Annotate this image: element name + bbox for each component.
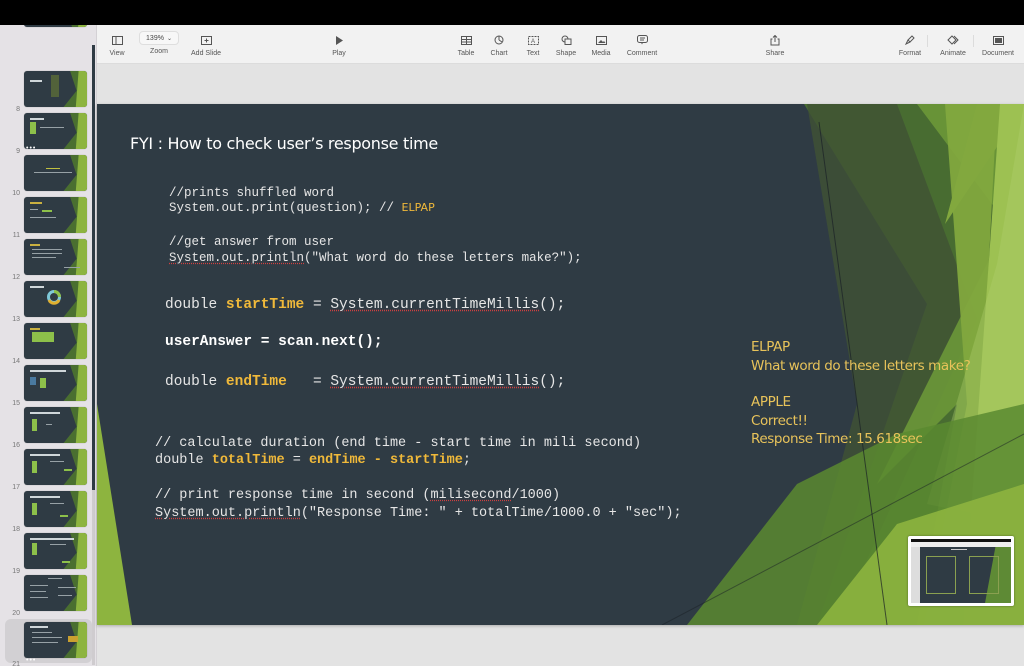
play-button[interactable]: Play [327,25,351,64]
slide-thumbnail[interactable]: 19 [0,533,96,575]
slide-thumbnail[interactable]: 13 [0,281,96,323]
paintbrush-icon [905,34,915,46]
green-wedge-left [97,404,132,625]
slide-thumbnail[interactable]: 17 [0,449,96,491]
chart-button[interactable]: Chart [487,25,511,64]
slide-thumbnail-selected[interactable]: ••• 21 [0,622,96,666]
slide-navigator: 8 ••• 9 10 11 12 13 14 15 16 17 18 19 20… [0,25,97,666]
add-slide-button[interactable]: Add Slide [187,25,225,64]
slide-thumbnail[interactable]: ••• 9 [0,113,96,155]
slide-thumbnail[interactable]: 10 [0,155,96,197]
format-button[interactable]: Format [897,25,923,64]
shape-icon [561,34,572,46]
table-icon [460,34,472,46]
slide-thumbnail[interactable]: 16 [0,407,96,449]
zoom-dropdown[interactable]: 139% ⌄ Zoom [137,25,181,64]
toolbar-separator [927,35,928,47]
play-icon [335,34,343,46]
slide-thumbnail-7[interactable] [0,25,96,31]
embedded-screenshot-image[interactable] [908,536,1014,606]
slide-thumbnail[interactable]: 11 [0,197,96,239]
output-line: APPLE [751,394,791,410]
output-line: ELPAP [751,339,790,355]
slide-canvas: FYI : How to check user’s response time … [97,64,1024,666]
svg-text:A: A [531,39,535,45]
share-button[interactable]: Share [763,25,787,64]
code-comment-get-answer: //get answer from user [169,235,335,249]
zoom-value: 139% [146,34,164,42]
toolbar: View 139% ⌄ Zoom Add Slide Play Table Cha… [97,25,1024,64]
slide-thumbnail[interactable]: 15 [0,365,96,407]
slide-thumbnail[interactable]: 8 [0,71,96,113]
code-line-print-question: System.out.print(question); // ELPAP [169,201,435,215]
code-inline-output: ELPAP [401,201,435,214]
add-slide-icon [200,34,212,46]
media-button[interactable]: Media [589,25,613,64]
slide-thumbnail[interactable]: 12 [0,239,96,281]
document-icon [992,34,1004,46]
shape-button[interactable]: Shape [554,25,578,64]
slide-thumbnail[interactable]: 20 [0,575,96,617]
share-icon [770,34,780,46]
media-icon [595,34,607,46]
output-line: Correct!! [751,412,808,429]
text-button[interactable]: A Text [521,25,545,64]
toolbar-separator [973,35,974,47]
text-box-icon: A [527,34,539,46]
code-line-user-answer: userAnswer = scan.next(); [165,334,383,350]
code-comment-calculate: // calculate duration (end time - start … [155,436,642,451]
slide-thumbnail[interactable]: 14 [0,323,96,365]
code-comment-print: // print response time in second (milise… [155,488,561,503]
view-button[interactable]: View [105,25,129,64]
animate-icon [946,34,960,46]
comment-button[interactable]: Comment [622,25,662,64]
code-line-start-time: double startTime = System.currentTimeMil… [165,297,566,313]
chart-icon [494,34,504,46]
animate-button[interactable]: Animate [938,25,968,64]
code-comment-prints: //prints shuffled word [169,186,335,200]
code-line-end-time: double endTime = System.currentTimeMilli… [165,374,566,390]
code-line-println-response: System.out.println("Response Time: " + t… [155,506,682,521]
sidebar-icon [111,34,123,46]
output-line: Response Time: 15.618sec [751,431,923,447]
console-output: ELPAP What word do these letters make? A… [751,338,971,449]
code-line-total-time: double totalTime = endTime - startTime; [155,453,471,468]
document-button[interactable]: Document [978,25,1018,64]
slide[interactable]: FYI : How to check user’s response time … [97,104,1024,625]
table-button[interactable]: Table [454,25,478,64]
output-line: What word do these letters make? [751,357,971,374]
slide-title: FYI : How to check user’s response time [130,134,438,153]
menu-bar [0,0,1024,25]
code-line-println-question: System.out.println("What word do these l… [169,251,582,265]
chevron-down-icon: ⌄ [166,35,172,42]
slide-thumbnail[interactable]: 18 [0,491,96,533]
comment-icon [636,34,648,46]
